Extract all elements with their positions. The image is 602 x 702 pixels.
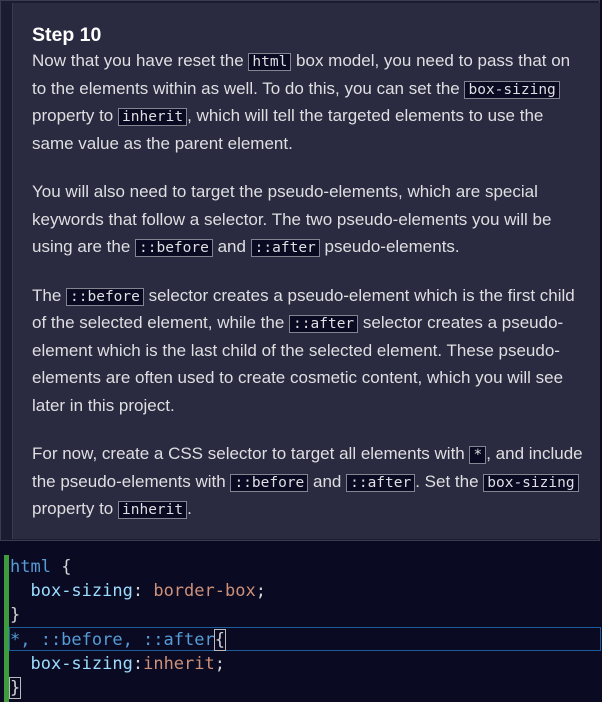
inline-code: ::after [289,315,359,333]
code-line-3[interactable]: } [10,603,20,627]
inline-code: ::after [346,473,416,492]
brace: { [213,629,226,651]
inline-code: inherit [118,501,188,519]
brace: { [50,557,72,577]
inline-code: box-sizing [483,473,579,492]
inline-code: html [248,53,292,71]
inline-code: ::before [66,287,144,306]
code-line-1[interactable]: html { [10,555,71,579]
property: box-sizing [30,654,133,674]
property: box-sizing [30,581,133,601]
text: and [212,237,251,256]
text: The [32,285,67,305]
code-line-6[interactable]: } [8,676,22,700]
paragraph-1: Now that you have reset the html box mod… [32,47,586,157]
inline-code: ::before [135,239,213,257]
brace: } [8,677,22,699]
code-line-5[interactable]: box-sizing:inherit; [10,652,225,676]
paragraph-3: The ::before selector creates a pseudo-e… [32,282,586,420]
inline-code: ::before [230,473,309,492]
paragraph-2: You will also need to target the pseudo-… [32,178,586,261]
text: Now that you have reset the [32,51,249,70]
text: property to [32,499,118,518]
text: . [187,499,192,518]
inline-code: * [469,446,487,464]
inline-code: box-sizing [464,80,560,99]
code-line-2[interactable]: box-sizing: border-box; [10,579,266,603]
semicolon: ; [255,581,266,601]
code-line-4-active[interactable]: *, ::before, ::after{ [9,627,601,651]
instructions-pane: Step 10 Now that you have reset the html… [0,0,600,541]
text: . Set the [415,471,484,491]
selector: *, ::before, ::after [10,630,215,650]
text: and [308,471,347,491]
code-editor[interactable]: html { box-sizing: border-box; } *, ::be… [0,555,602,702]
value: border-box [153,581,256,601]
value: inherit [143,654,215,674]
selector: html [10,557,51,577]
step-description: Step 10 Now that you have reset the html… [12,3,600,539]
inline-code: inherit [118,108,188,126]
text: pseudo-elements. [319,237,460,256]
brace: } [10,605,21,625]
colon: : [132,654,144,674]
text: property to [32,106,118,125]
step-title: Step 10 [32,24,102,46]
semicolon: ; [214,654,225,674]
text: For now, create a CSS selector to target… [32,444,470,463]
inline-code: ::after [250,239,320,257]
colon: : [132,581,154,601]
paragraph-4: For now, create a CSS selector to target… [32,440,586,523]
